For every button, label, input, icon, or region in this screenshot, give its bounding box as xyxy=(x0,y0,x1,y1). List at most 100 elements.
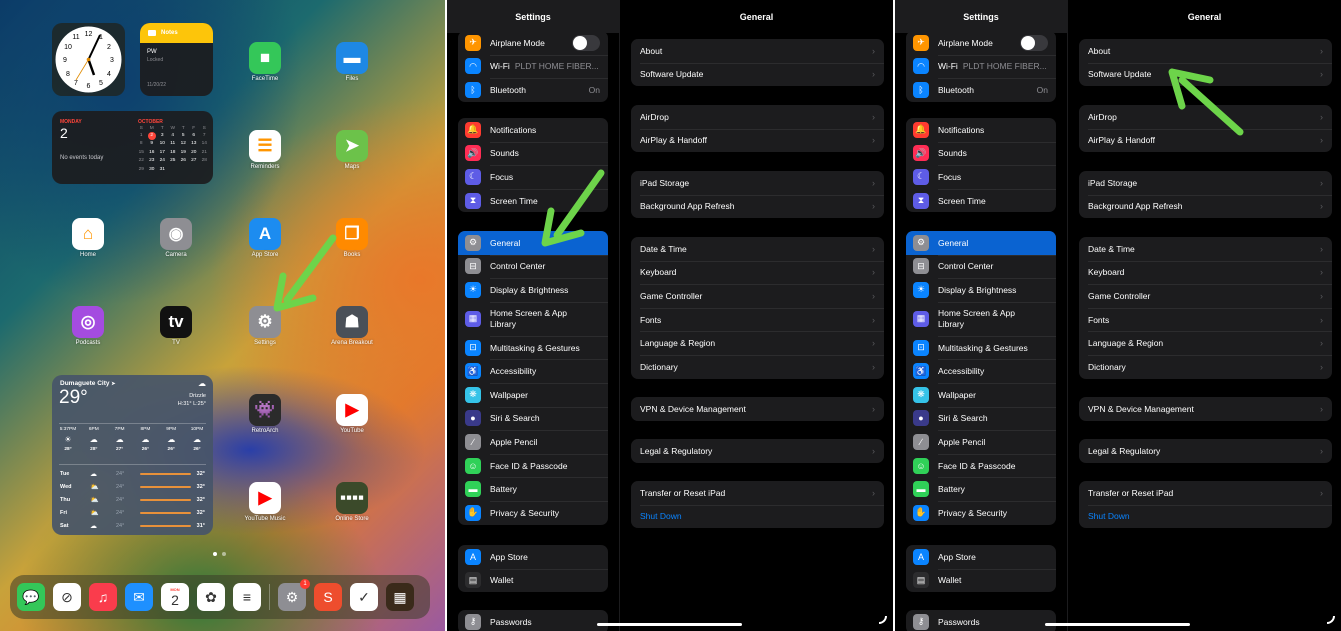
general-item-ipad-storage[interactable]: iPad Storage › xyxy=(631,171,884,195)
settings-item-wi-fi[interactable]: ◠ Wi-Fi PLDT HOME FIBER... xyxy=(906,54,1056,79)
settings-item-control-center[interactable]: ⊟ Control Center xyxy=(458,254,608,279)
app-reminders[interactable]: ☰ Reminders xyxy=(237,130,293,170)
settings-item-wallet[interactable]: ▤ Wallet xyxy=(458,568,608,593)
settings-item-home-screen-and-app-library[interactable]: ▦ Home Screen & App Library xyxy=(906,301,1056,336)
settings-item-control-center[interactable]: ⊟ Control Center xyxy=(906,254,1056,279)
settings-item-battery[interactable]: ▬ Battery xyxy=(906,477,1056,501)
general-item-transfer-or-reset-ipad[interactable]: Transfer or Reset iPad › xyxy=(631,481,884,505)
settings-item-display-and-brightness[interactable]: ☀ Display & Brightness xyxy=(906,278,1056,302)
app-podcasts[interactable]: ◎ Podcasts xyxy=(60,306,116,346)
home-indicator[interactable] xyxy=(597,623,742,626)
general-item-vpn-and-device-management[interactable]: VPN & Device Management › xyxy=(631,397,884,421)
settings-item-passwords[interactable]: ⚷ Passwords xyxy=(906,610,1056,631)
settings-item-multitasking-and-gestures[interactable]: ⊡ Multitasking & Gestures xyxy=(458,335,608,360)
settings-item-wallpaper[interactable]: ❋ Wallpaper xyxy=(458,382,608,407)
settings-item-airplane-mode[interactable]: ✈ Airplane Mode xyxy=(906,31,1056,55)
app-app-store[interactable]: A App Store xyxy=(237,218,293,258)
settings-item-apple-pencil[interactable]: ∕ Apple Pencil xyxy=(458,430,608,454)
general-item-background-app-refresh[interactable]: Background App Refresh › xyxy=(1079,194,1332,219)
settings-item-display-and-brightness[interactable]: ☀ Display & Brightness xyxy=(458,278,608,302)
settings-item-bluetooth[interactable]: ᛒ Bluetooth On xyxy=(458,78,608,102)
general-item-software-update[interactable]: Software Update › xyxy=(1079,62,1332,87)
dock-app-app-library[interactable]: ▦ xyxy=(386,583,414,611)
app-maps[interactable]: ➤ Maps xyxy=(324,130,380,170)
general-item-date-and-time[interactable]: Date & Time › xyxy=(1079,237,1332,261)
settings-item-wallet[interactable]: ▤ Wallet xyxy=(906,568,1056,593)
general-item-language-and-region[interactable]: Language & Region › xyxy=(631,331,884,355)
dock-app-settings[interactable]: ⚙ 1 xyxy=(278,579,310,611)
general-item-software-update[interactable]: Software Update › xyxy=(631,62,884,87)
dock-app-calendar[interactable]: MON 2 xyxy=(161,583,189,611)
settings-item-passwords[interactable]: ⚷ Passwords xyxy=(458,610,608,631)
app-camera[interactable]: ◉ Camera xyxy=(148,218,204,258)
dock-app-nike[interactable]: ✓ xyxy=(350,583,378,611)
settings-item-privacy-and-security[interactable]: ✋ Privacy & Security xyxy=(906,500,1056,525)
clock-widget[interactable]: 12 3 6 9 1245 7 8 10 11 xyxy=(52,23,125,96)
settings-item-sounds[interactable]: 🔊 Sounds xyxy=(906,141,1056,166)
general-item-vpn-and-device-management[interactable]: VPN & Device Management › xyxy=(1079,397,1332,421)
notes-widget[interactable]: Notes PW Locked 11/20/22 xyxy=(140,23,213,96)
weather-widget[interactable]: Dumaguete City ➤ 29° ☁ Drizzle H:31° L:2… xyxy=(52,375,213,535)
app-facetime[interactable]: ■ FaceTime xyxy=(237,42,293,82)
app-home[interactable]: ⌂ Home xyxy=(60,218,116,258)
settings-item-screen-time[interactable]: ⧗ Screen Time xyxy=(458,188,608,213)
app-youtube-music[interactable]: ▶ YouTube Music xyxy=(237,482,293,522)
app-files[interactable]: ▬ Files xyxy=(324,42,380,82)
general-item-shut-down[interactable]: Shut Down xyxy=(1079,504,1332,529)
airplane-mode-toggle[interactable] xyxy=(1020,34,1048,51)
app-arena-breakout[interactable]: ☗ Arena Breakout xyxy=(324,306,380,346)
settings-item-app-store[interactable]: A App Store xyxy=(906,545,1056,569)
calendar-widget[interactable]: MONDAY 2 No events today OCTOBER SMTWTFS… xyxy=(52,111,213,184)
general-item-transfer-or-reset-ipad[interactable]: Transfer or Reset iPad › xyxy=(1079,481,1332,505)
dock-app-photos[interactable]: ✿ xyxy=(197,583,225,611)
settings-item-app-store[interactable]: A App Store xyxy=(458,545,608,569)
general-item-shut-down[interactable]: Shut Down xyxy=(631,504,884,529)
dock-app-messages[interactable]: 💬 xyxy=(17,583,45,611)
general-item-airplay-and-handoff[interactable]: AirPlay & Handoff › xyxy=(1079,128,1332,153)
general-item-game-controller[interactable]: Game Controller › xyxy=(1079,284,1332,308)
page-dot[interactable] xyxy=(222,552,226,556)
general-item-about[interactable]: About › xyxy=(1079,39,1332,63)
app-settings[interactable]: ⚙ Settings xyxy=(237,306,293,346)
app-online-store[interactable]: ▪▪▪▪ Online Store xyxy=(324,482,380,522)
settings-item-screen-time[interactable]: ⧗ Screen Time xyxy=(906,188,1056,213)
general-item-legal-and-regulatory[interactable]: Legal & Regulatory › xyxy=(1079,439,1332,463)
dock-app-shopee[interactable]: S xyxy=(314,583,342,611)
general-item-fonts[interactable]: Fonts › xyxy=(1079,307,1332,332)
settings-item-apple-pencil[interactable]: ∕ Apple Pencil xyxy=(906,430,1056,454)
dock-app-notes[interactable]: ≡ xyxy=(233,583,261,611)
settings-item-multitasking-and-gestures[interactable]: ⊡ Multitasking & Gestures xyxy=(906,335,1056,360)
general-item-ipad-storage[interactable]: iPad Storage › xyxy=(1079,171,1332,195)
page-indicator[interactable] xyxy=(213,552,226,556)
settings-item-sounds[interactable]: 🔊 Sounds xyxy=(458,141,608,166)
home-indicator[interactable] xyxy=(1045,623,1190,626)
settings-item-face-id-and-passcode[interactable]: ☺ Face ID & Passcode xyxy=(906,453,1056,478)
app-books[interactable]: ❐ Books xyxy=(324,218,380,258)
general-item-airplay-and-handoff[interactable]: AirPlay & Handoff › xyxy=(631,128,884,153)
settings-item-accessibility[interactable]: ♿ Accessibility xyxy=(906,359,1056,383)
settings-item-notifications[interactable]: 🔔 Notifications xyxy=(906,118,1056,142)
settings-item-home-screen-and-app-library[interactable]: ▦ Home Screen & App Library xyxy=(458,301,608,336)
general-item-airdrop[interactable]: AirDrop › xyxy=(631,105,884,129)
app-retroarch[interactable]: 👾 RetroArch xyxy=(237,394,293,434)
general-item-dictionary[interactable]: Dictionary › xyxy=(631,354,884,379)
general-item-dictionary[interactable]: Dictionary › xyxy=(1079,354,1332,379)
general-item-fonts[interactable]: Fonts › xyxy=(631,307,884,332)
dock-app-safari[interactable]: ⊘ xyxy=(53,583,81,611)
settings-item-focus[interactable]: ☾ Focus xyxy=(458,165,608,189)
general-item-keyboard[interactable]: Keyboard › xyxy=(1079,260,1332,285)
general-item-about[interactable]: About › xyxy=(631,39,884,63)
page-dot-active[interactable] xyxy=(213,552,217,556)
general-item-date-and-time[interactable]: Date & Time › xyxy=(631,237,884,261)
settings-item-general[interactable]: ⚙ General xyxy=(906,231,1056,255)
settings-item-privacy-and-security[interactable]: ✋ Privacy & Security xyxy=(458,500,608,525)
airplane-mode-toggle[interactable] xyxy=(572,34,600,51)
app-tv[interactable]: tv TV xyxy=(148,306,204,346)
general-item-legal-and-regulatory[interactable]: Legal & Regulatory › xyxy=(631,439,884,463)
settings-item-siri-and-search[interactable]: ● Siri & Search xyxy=(906,406,1056,431)
settings-item-focus[interactable]: ☾ Focus xyxy=(906,165,1056,189)
settings-item-face-id-and-passcode[interactable]: ☺ Face ID & Passcode xyxy=(458,453,608,478)
settings-item-battery[interactable]: ▬ Battery xyxy=(458,477,608,501)
settings-item-wi-fi[interactable]: ◠ Wi-Fi PLDT HOME FIBER... xyxy=(458,54,608,79)
general-item-background-app-refresh[interactable]: Background App Refresh › xyxy=(631,194,884,219)
